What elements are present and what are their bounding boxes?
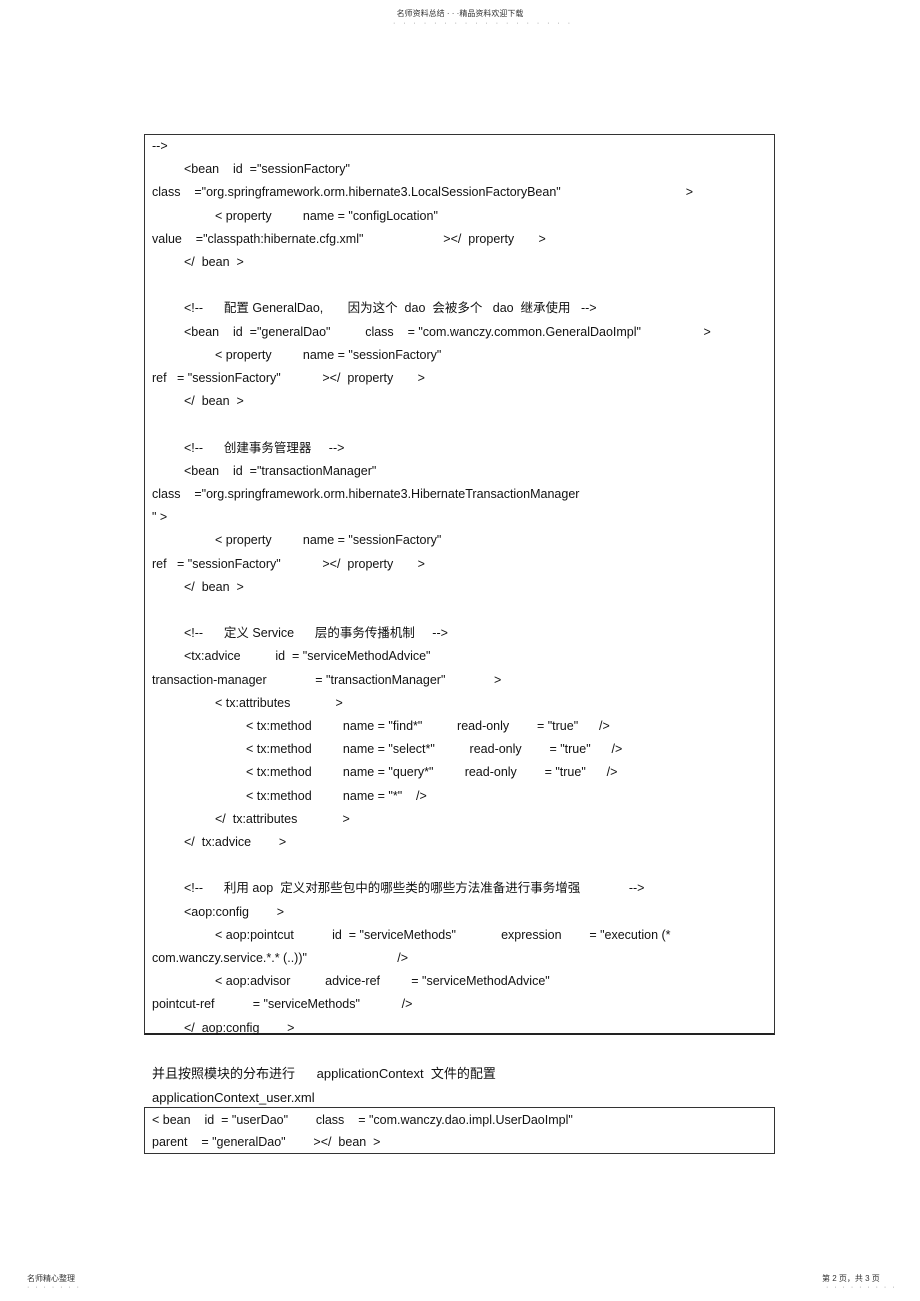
code-line: < bean id = "userDao" class = "com.wancz… <box>152 1113 573 1127</box>
header-dots: · · · · · · · · · · · · · · · · · · <box>393 20 574 27</box>
code-line: com.wanczy.service.*.* (..))" /> <box>152 951 408 965</box>
filename-label: applicationContext_user.xml <box>152 1090 315 1105</box>
code-line: < tx:method name = "query*" read-only = … <box>246 765 618 780</box>
code-line: </ tx:attributes > <box>215 811 350 826</box>
code-line: transaction-manager = "transactionManage… <box>152 672 502 687</box>
code-line: <!-- 配置 GeneralDao, 因为这个 dao 会被多个 dao 继承… <box>184 301 597 316</box>
code-line: <bean id ="sessionFactory" <box>184 162 350 177</box>
footer-right-dots: · · · · · · · · · <box>826 1284 897 1291</box>
code-line: class ="org.springframework.orm.hibernat… <box>152 185 694 200</box>
code-line: " > <box>152 510 168 525</box>
paragraph-text: 并且按照模块的分布进行 applicationContext 文件的配置 <box>152 1066 496 1081</box>
code-line: <!-- 创建事务管理器 --> <box>184 440 345 455</box>
code-line: ref = "sessionFactory" ></ property > <box>152 556 425 571</box>
code-line: </ bean > <box>184 579 244 594</box>
code-line: < tx:method name = "select*" read-only =… <box>246 742 623 757</box>
code-line: ref = "sessionFactory" ></ property > <box>152 371 425 385</box>
footer-page-number: 第 2 页，共 3 页 <box>822 1274 880 1283</box>
code-block-spring-config: --> <bean id ="sessionFactory" class ="org… <box>144 134 775 1035</box>
code-line: </ aop:config > <box>184 1020 295 1035</box>
code-line: </ tx:advice > <box>184 835 287 849</box>
code-line: parent = "generalDao" ></ bean > <box>152 1135 381 1149</box>
code-line: < aop:pointcut id = "serviceMethods" exp… <box>215 927 671 942</box>
code-line: pointcut-ref = "serviceMethods" /> <box>152 997 413 1012</box>
code-block-user-context: < bean id = "userDao" class = "com.wancz… <box>144 1107 775 1154</box>
code-line: <bean id ="transactionManager" <box>184 463 377 478</box>
code-line: < property name = "sessionFactory" <box>215 533 442 548</box>
footer-left-dots: · · · · · · · <box>27 1284 81 1291</box>
code-line: </ bean > <box>184 394 244 409</box>
code-line: < property name = "configLocation" <box>215 208 438 223</box>
code-line: value ="classpath:hibernate.cfg.xml" ></… <box>152 231 546 246</box>
page-header: 名师资料总结 · · ·精品资料欢迎下载 <box>396 9 524 18</box>
code-line: < tx:attributes > <box>215 695 343 710</box>
code-line: class ="org.springframework.orm.hibernat… <box>152 487 580 501</box>
code-line: <aop:config > <box>184 904 285 919</box>
code-line: < aop:advisor advice-ref = "serviceMetho… <box>215 974 550 989</box>
code-line: < tx:method name = "*" /> <box>246 788 427 803</box>
code-line: <bean id ="generalDao" class = "com.wanc… <box>184 324 711 339</box>
footer-left-text: 名师精心整理 <box>27 1274 75 1283</box>
code-line: --> <box>152 139 168 153</box>
code-line: < tx:method name = "find*" read-only = "… <box>246 719 610 733</box>
code-line: <tx:advice id = "serviceMethodAdvice" <box>184 649 431 664</box>
code-line: < property name = "sessionFactory" <box>215 347 442 362</box>
code-line: <!-- 定义 Service 层的事务传播机制 --> <box>184 626 448 641</box>
code-line: <!-- 利用 aop 定义对那些包中的哪些类的哪些方法准备进行事务增强 --> <box>184 881 645 896</box>
code-line: </ bean > <box>184 255 244 269</box>
